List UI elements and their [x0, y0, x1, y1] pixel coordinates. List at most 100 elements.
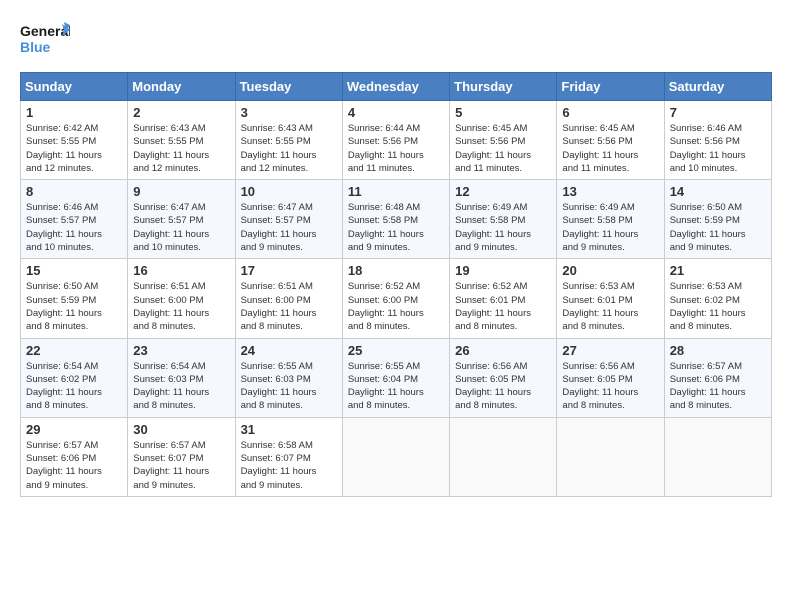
day-cell: 11 Sunrise: 6:48 AM Sunset: 5:58 PM Dayli… — [342, 180, 449, 259]
day-number: 30 — [133, 422, 229, 437]
week-row-1: 1Sunrise: 6:42 AM Sunset: 5:55 PM Daylig… — [21, 101, 772, 180]
day-info: Sunrise: 6:57 AM Sunset: 6:07 PM Dayligh… — [133, 439, 229, 492]
week-row-5: 29 Sunrise: 6:57 AM Sunset: 6:06 PM Dayli… — [21, 417, 772, 496]
day-info: Sunrise: 6:44 AM Sunset: 5:56 PM Dayligh… — [348, 122, 444, 175]
weekday-header-row: SundayMondayTuesdayWednesdayThursdayFrid… — [21, 73, 772, 101]
day-cell — [557, 417, 664, 496]
day-cell: 13 Sunrise: 6:49 AM Sunset: 5:58 PM Dayli… — [557, 180, 664, 259]
day-cell: 25Sunrise: 6:55 AM Sunset: 6:04 PM Dayli… — [342, 338, 449, 417]
day-cell — [664, 417, 771, 496]
calendar-table: SundayMondayTuesdayWednesdayThursdayFrid… — [20, 72, 772, 497]
weekday-header-tuesday: Tuesday — [235, 73, 342, 101]
logo-bird-icon: General Blue — [20, 20, 70, 62]
day-info: Sunrise: 6:43 AM Sunset: 5:55 PM Dayligh… — [133, 122, 229, 175]
day-number: 17 — [241, 263, 337, 278]
day-number: 16 — [133, 263, 229, 278]
day-info: Sunrise: 6:53 AM Sunset: 6:02 PM Dayligh… — [670, 280, 766, 333]
day-number: 22 — [26, 343, 122, 358]
day-info: Sunrise: 6:53 AM Sunset: 6:01 PM Dayligh… — [562, 280, 658, 333]
day-cell: 26 Sunrise: 6:56 AM Sunset: 6:05 PM Dayli… — [450, 338, 557, 417]
day-info: Sunrise: 6:56 AM Sunset: 6:05 PM Dayligh… — [562, 360, 658, 413]
day-info: Sunrise: 6:52 AM Sunset: 6:01 PM Dayligh… — [455, 280, 551, 333]
day-cell: 28 Sunrise: 6:57 AM Sunset: 6:06 PM Dayli… — [664, 338, 771, 417]
day-cell: 8Sunrise: 6:46 AM Sunset: 5:57 PM Daylig… — [21, 180, 128, 259]
day-cell: 3 Sunrise: 6:43 AM Sunset: 5:55 PM Daylig… — [235, 101, 342, 180]
weekday-header-friday: Friday — [557, 73, 664, 101]
weekday-header-monday: Monday — [128, 73, 235, 101]
day-cell: 30 Sunrise: 6:57 AM Sunset: 6:07 PM Dayli… — [128, 417, 235, 496]
day-cell: 15Sunrise: 6:50 AM Sunset: 5:59 PM Dayli… — [21, 259, 128, 338]
day-number: 9 — [133, 184, 229, 199]
day-number: 18 — [348, 263, 444, 278]
day-cell: 21 Sunrise: 6:53 AM Sunset: 6:02 PM Dayli… — [664, 259, 771, 338]
day-number: 14 — [670, 184, 766, 199]
day-number: 4 — [348, 105, 444, 120]
day-number: 1 — [26, 105, 122, 120]
day-info: Sunrise: 6:51 AM Sunset: 6:00 PM Dayligh… — [133, 280, 229, 333]
day-info: Sunrise: 6:45 AM Sunset: 5:56 PM Dayligh… — [562, 122, 658, 175]
day-info: Sunrise: 6:49 AM Sunset: 5:58 PM Dayligh… — [562, 201, 658, 254]
day-info: Sunrise: 6:52 AM Sunset: 6:00 PM Dayligh… — [348, 280, 444, 333]
day-info: Sunrise: 6:51 AM Sunset: 6:00 PM Dayligh… — [241, 280, 337, 333]
day-cell: 18 Sunrise: 6:52 AM Sunset: 6:00 PM Dayli… — [342, 259, 449, 338]
day-cell: 27 Sunrise: 6:56 AM Sunset: 6:05 PM Dayli… — [557, 338, 664, 417]
day-number: 13 — [562, 184, 658, 199]
day-cell: 14 Sunrise: 6:50 AM Sunset: 5:59 PM Dayli… — [664, 180, 771, 259]
day-number: 21 — [670, 263, 766, 278]
day-number: 5 — [455, 105, 551, 120]
day-number: 24 — [241, 343, 337, 358]
day-info: Sunrise: 6:45 AM Sunset: 5:56 PM Dayligh… — [455, 122, 551, 175]
weekday-header-wednesday: Wednesday — [342, 73, 449, 101]
week-row-2: 8Sunrise: 6:46 AM Sunset: 5:57 PM Daylig… — [21, 180, 772, 259]
day-info: Sunrise: 6:49 AM Sunset: 5:58 PM Dayligh… — [455, 201, 551, 254]
day-number: 20 — [562, 263, 658, 278]
day-info: Sunrise: 6:55 AM Sunset: 6:04 PM Dayligh… — [348, 360, 444, 413]
day-cell: 31Sunrise: 6:58 AM Sunset: 6:07 PM Dayli… — [235, 417, 342, 496]
day-number: 29 — [26, 422, 122, 437]
day-cell: 4 Sunrise: 6:44 AM Sunset: 5:56 PM Daylig… — [342, 101, 449, 180]
day-cell: 2Sunrise: 6:43 AM Sunset: 5:55 PM Daylig… — [128, 101, 235, 180]
day-number: 6 — [562, 105, 658, 120]
day-number: 11 — [348, 184, 444, 199]
week-row-4: 22 Sunrise: 6:54 AM Sunset: 6:02 PM Dayli… — [21, 338, 772, 417]
page-header: General Blue — [20, 20, 772, 62]
day-number: 7 — [670, 105, 766, 120]
day-info: Sunrise: 6:43 AM Sunset: 5:55 PM Dayligh… — [241, 122, 337, 175]
day-cell: 19 Sunrise: 6:52 AM Sunset: 6:01 PM Dayli… — [450, 259, 557, 338]
day-cell: 22 Sunrise: 6:54 AM Sunset: 6:02 PM Dayli… — [21, 338, 128, 417]
day-info: Sunrise: 6:50 AM Sunset: 5:59 PM Dayligh… — [670, 201, 766, 254]
day-cell — [450, 417, 557, 496]
day-info: Sunrise: 6:54 AM Sunset: 6:02 PM Dayligh… — [26, 360, 122, 413]
day-info: Sunrise: 6:57 AM Sunset: 6:06 PM Dayligh… — [26, 439, 122, 492]
day-info: Sunrise: 6:48 AM Sunset: 5:58 PM Dayligh… — [348, 201, 444, 254]
day-cell: 6 Sunrise: 6:45 AM Sunset: 5:56 PM Daylig… — [557, 101, 664, 180]
day-cell: 10 Sunrise: 6:47 AM Sunset: 5:57 PM Dayli… — [235, 180, 342, 259]
day-number: 8 — [26, 184, 122, 199]
day-info: Sunrise: 6:47 AM Sunset: 5:57 PM Dayligh… — [133, 201, 229, 254]
day-info: Sunrise: 6:50 AM Sunset: 5:59 PM Dayligh… — [26, 280, 122, 333]
day-number: 19 — [455, 263, 551, 278]
day-cell: 29 Sunrise: 6:57 AM Sunset: 6:06 PM Dayli… — [21, 417, 128, 496]
day-cell: 20 Sunrise: 6:53 AM Sunset: 6:01 PM Dayli… — [557, 259, 664, 338]
day-cell: 9 Sunrise: 6:47 AM Sunset: 5:57 PM Daylig… — [128, 180, 235, 259]
weekday-header-saturday: Saturday — [664, 73, 771, 101]
day-number: 27 — [562, 343, 658, 358]
day-cell: 7Sunrise: 6:46 AM Sunset: 5:56 PM Daylig… — [664, 101, 771, 180]
day-number: 3 — [241, 105, 337, 120]
day-number: 23 — [133, 343, 229, 358]
week-row-3: 15Sunrise: 6:50 AM Sunset: 5:59 PM Dayli… — [21, 259, 772, 338]
day-info: Sunrise: 6:57 AM Sunset: 6:06 PM Dayligh… — [670, 360, 766, 413]
day-cell: 17 Sunrise: 6:51 AM Sunset: 6:00 PM Dayli… — [235, 259, 342, 338]
day-number: 26 — [455, 343, 551, 358]
day-info: Sunrise: 6:47 AM Sunset: 5:57 PM Dayligh… — [241, 201, 337, 254]
day-cell: 12 Sunrise: 6:49 AM Sunset: 5:58 PM Dayli… — [450, 180, 557, 259]
weekday-header-sunday: Sunday — [21, 73, 128, 101]
day-cell: 1Sunrise: 6:42 AM Sunset: 5:55 PM Daylig… — [21, 101, 128, 180]
day-number: 10 — [241, 184, 337, 199]
day-info: Sunrise: 6:56 AM Sunset: 6:05 PM Dayligh… — [455, 360, 551, 413]
day-cell — [342, 417, 449, 496]
day-cell: 5 Sunrise: 6:45 AM Sunset: 5:56 PM Daylig… — [450, 101, 557, 180]
day-number: 12 — [455, 184, 551, 199]
svg-text:Blue: Blue — [20, 39, 51, 55]
day-number: 28 — [670, 343, 766, 358]
